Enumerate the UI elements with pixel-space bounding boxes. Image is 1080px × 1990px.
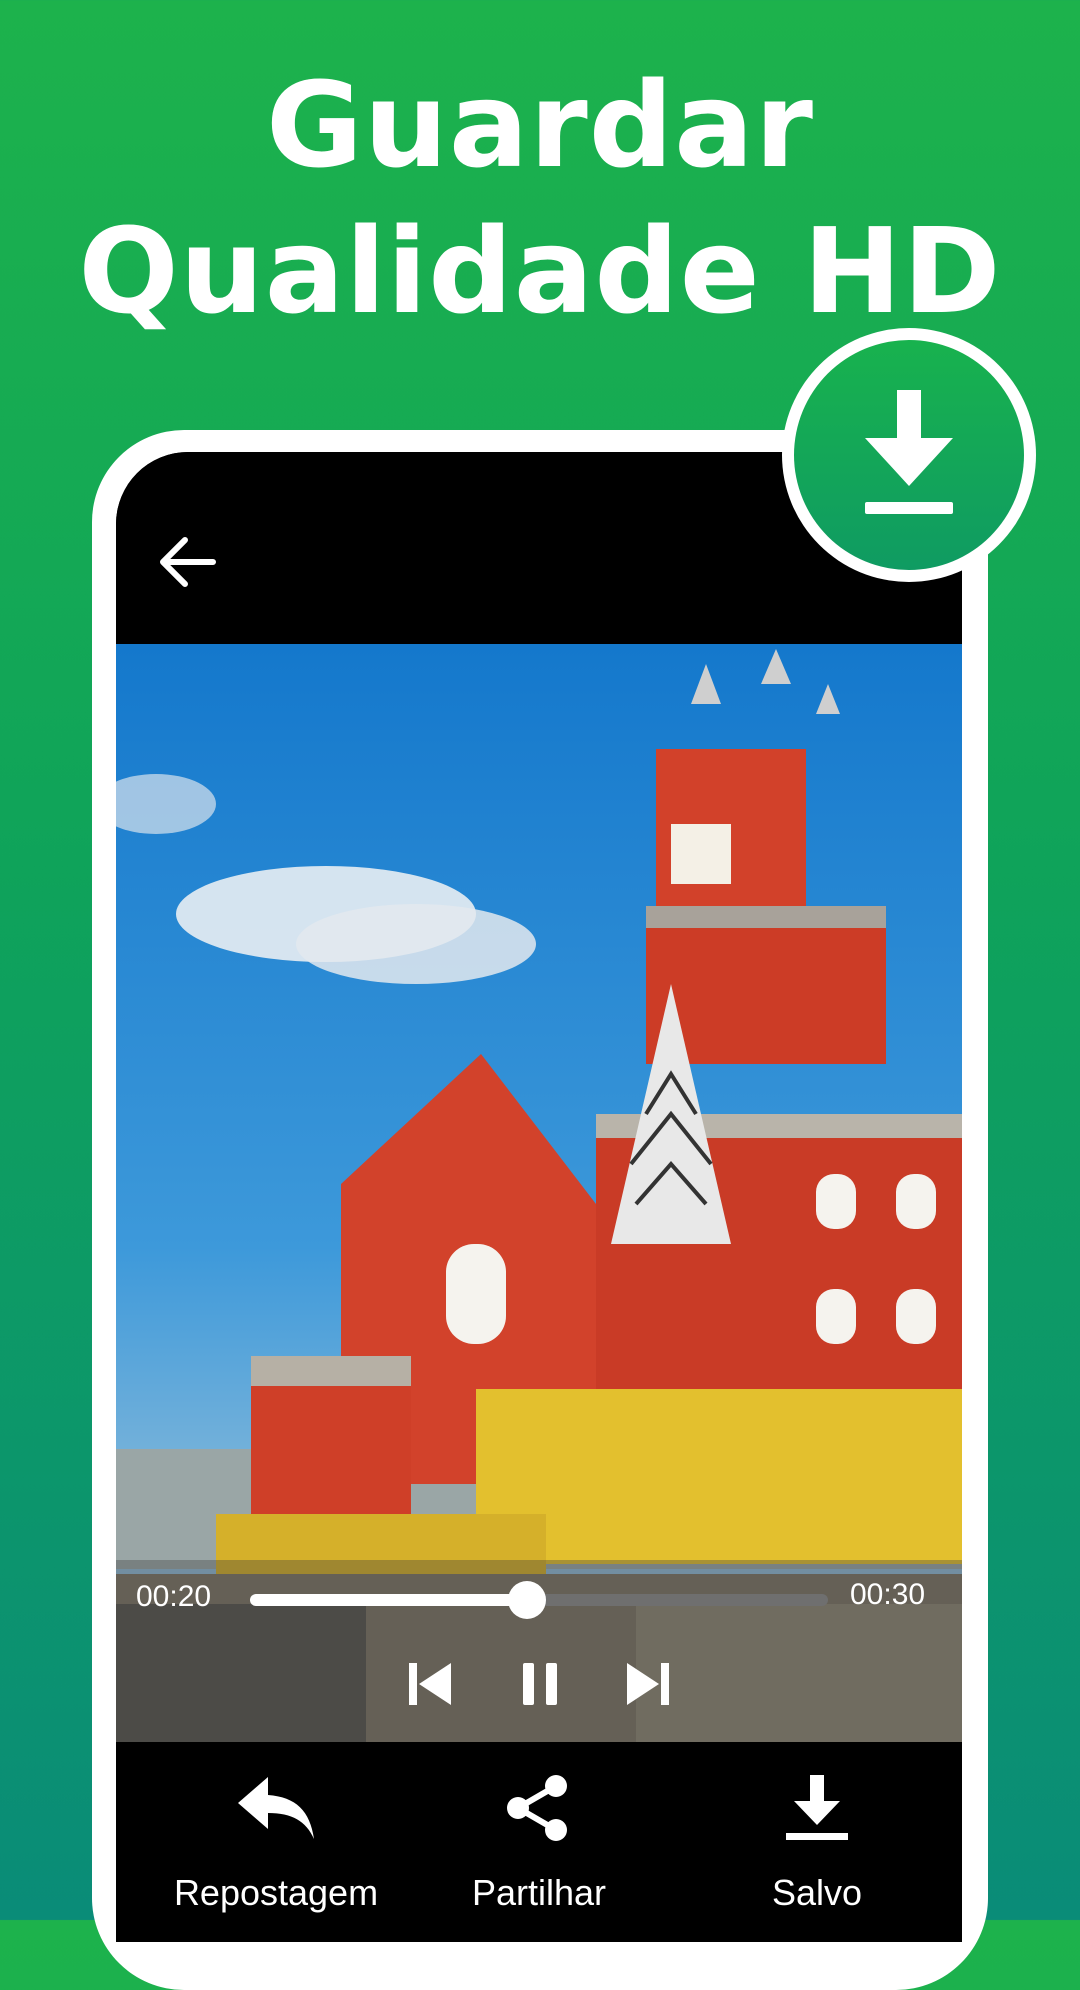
- bottom-action-bar: Repostagem Partilhar Salvo: [116, 1742, 962, 1942]
- headline-line-1: Guardar: [266, 56, 814, 194]
- promo-headline: Guardar Qualidade HD: [0, 52, 1080, 344]
- share-label: Partilhar: [471, 1872, 607, 1913]
- download-badge-icon: [865, 390, 953, 514]
- back-button[interactable]: [148, 522, 228, 602]
- download-badge: [782, 328, 1036, 582]
- saved-label: Salvo: [771, 1872, 863, 1913]
- total-time: 00:30: [850, 1578, 926, 1611]
- headline-line-2: Qualidade HD: [78, 202, 1002, 340]
- repost-button[interactable]: Repostagem: [146, 1760, 406, 1930]
- pause-button[interactable]: [510, 1654, 570, 1714]
- next-button[interactable]: [618, 1654, 678, 1714]
- skip-previous-icon: [409, 1663, 451, 1705]
- seek-bar[interactable]: [250, 1581, 828, 1619]
- share-icon: [507, 1775, 567, 1841]
- saved-button[interactable]: Salvo: [687, 1760, 947, 1930]
- previous-button[interactable]: [400, 1654, 460, 1714]
- repost-label: Repostagem: [173, 1872, 379, 1913]
- seek-progress: [250, 1594, 528, 1606]
- current-time: 00:20: [136, 1580, 212, 1613]
- back-arrow-icon: [160, 537, 216, 587]
- pause-icon: [523, 1663, 557, 1705]
- download-icon: [786, 1775, 848, 1840]
- share-button[interactable]: Partilhar: [409, 1760, 669, 1930]
- repost-icon: [238, 1777, 314, 1839]
- skip-next-icon: [627, 1663, 669, 1705]
